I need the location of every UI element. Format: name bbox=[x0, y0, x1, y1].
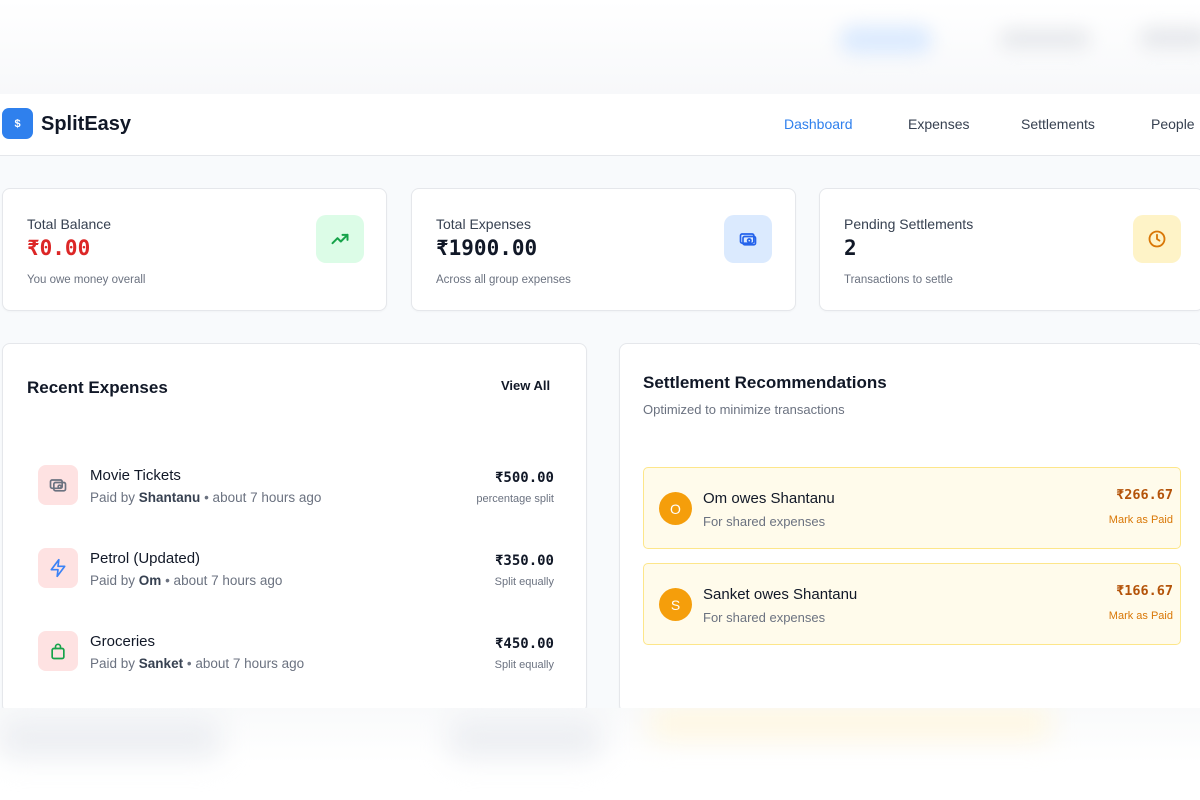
settlement-description: For shared expenses bbox=[703, 610, 826, 625]
nav-settlements[interactable]: Settlements bbox=[1021, 116, 1095, 132]
nav-dashboard[interactable]: Dashboard bbox=[784, 116, 853, 132]
blurred-shape bbox=[840, 26, 932, 54]
settlement-item: O Om owes Shantanu For shared expenses ₹… bbox=[643, 467, 1181, 549]
blurred-shape bbox=[1140, 28, 1200, 48]
section-title: Settlement Recommendations bbox=[643, 373, 887, 392]
paid-by-prefix: Paid by bbox=[90, 656, 136, 671]
stat-value: ₹1900.00 bbox=[436, 236, 538, 260]
section-title: Recent Expenses bbox=[27, 378, 168, 397]
stat-value: ₹0.00 bbox=[27, 236, 91, 260]
blurred-shape bbox=[450, 718, 600, 758]
expense-meta: Paid by Om • about 7 hours ago bbox=[90, 573, 282, 588]
payer-name: Shantanu bbox=[138, 490, 201, 505]
nav-expenses[interactable]: Expenses bbox=[908, 116, 969, 132]
stat-card-total-balance: Total Balance ₹0.00 You owe money overal… bbox=[2, 188, 387, 311]
avatar: S bbox=[659, 588, 692, 621]
top-navbar: $ SplitEasy Dashboard Expenses Settlemen… bbox=[0, 94, 1200, 156]
stat-card-pending-settlements: Pending Settlements 2 Transactions to se… bbox=[819, 188, 1200, 311]
lightning-icon bbox=[38, 548, 78, 588]
settlement-title: Sanket owes Shantanu bbox=[703, 586, 858, 603]
top-blurred-area bbox=[0, 0, 1200, 94]
brand-name[interactable]: SplitEasy bbox=[41, 113, 131, 136]
expense-split-type: Split equally bbox=[494, 659, 554, 671]
recent-expenses-card: Recent Expenses View All Movie Tickets P… bbox=[2, 343, 587, 713]
app-window: $ SplitEasy Dashboard Expenses Settlemen… bbox=[0, 94, 1200, 713]
stat-value: 2 bbox=[844, 236, 857, 260]
paid-by-prefix: Paid by bbox=[90, 573, 136, 588]
expense-amount: ₹350.00 bbox=[494, 553, 554, 569]
expense-title: Movie Tickets bbox=[90, 467, 181, 484]
settlement-description: For shared expenses bbox=[703, 514, 826, 529]
expense-amount: ₹450.00 bbox=[494, 636, 554, 652]
bottom-blurred-area bbox=[0, 708, 1200, 800]
settlement-recommendations-card: Settlement Recommendations Optimized to … bbox=[619, 343, 1200, 713]
expense-time: • about 7 hours ago bbox=[186, 656, 305, 671]
nav-people[interactable]: People bbox=[1151, 116, 1195, 132]
stat-label: Total Balance bbox=[27, 216, 112, 232]
payer-name: Sanket bbox=[138, 656, 184, 671]
blurred-shape bbox=[1000, 30, 1090, 48]
view-all-link[interactable]: View All bbox=[501, 378, 550, 393]
stat-subtext: You owe money overall bbox=[27, 274, 146, 286]
expense-row[interactable]: Groceries Paid by Sanket • about 7 hours… bbox=[3, 631, 588, 691]
stat-subtext: Transactions to settle bbox=[844, 274, 953, 286]
stat-label: Total Expenses bbox=[436, 216, 531, 232]
settlement-amount: ₹166.67 bbox=[1116, 583, 1173, 599]
expense-time: • about 7 hours ago bbox=[204, 490, 322, 505]
expense-amount: ₹500.00 bbox=[494, 470, 554, 486]
expense-split-type: percentage split bbox=[476, 493, 554, 505]
blurred-shape bbox=[650, 708, 1050, 738]
expense-row[interactable]: Movie Tickets Paid by Shantanu • about 7… bbox=[3, 465, 588, 525]
expense-split-type: Split equally bbox=[494, 576, 554, 588]
expense-row[interactable]: Petrol (Updated) Paid by Om • about 7 ho… bbox=[3, 548, 588, 608]
settlement-amount: ₹266.67 bbox=[1116, 487, 1173, 503]
banknote-icon bbox=[724, 215, 772, 263]
clock-icon bbox=[1133, 215, 1181, 263]
settlement-item: S Sanket owes Shantanu For shared expens… bbox=[643, 563, 1181, 645]
settlement-title: Om owes Shantanu bbox=[703, 490, 835, 507]
expense-title: Petrol (Updated) bbox=[90, 550, 201, 567]
expense-time: • about 7 hours ago bbox=[165, 573, 283, 588]
blurred-shape bbox=[0, 718, 220, 758]
logo-dollar-icon[interactable]: $ bbox=[2, 108, 33, 139]
stat-label: Pending Settlements bbox=[844, 216, 974, 232]
payer-name: Om bbox=[138, 573, 162, 588]
ticket-icon bbox=[38, 465, 78, 505]
expense-meta: Paid by Sanket • about 7 hours ago bbox=[90, 656, 304, 671]
expense-meta: Paid by Shantanu • about 7 hours ago bbox=[90, 490, 321, 505]
expense-title: Groceries bbox=[90, 633, 156, 650]
stat-card-total-expenses: Total Expenses ₹1900.00 Across all group… bbox=[411, 188, 796, 311]
avatar: O bbox=[659, 492, 692, 525]
shopping-bag-icon bbox=[38, 631, 78, 671]
stat-subtext: Across all group expenses bbox=[436, 274, 571, 286]
section-subtitle: Optimized to minimize transactions bbox=[643, 402, 845, 417]
mark-as-paid-button[interactable]: Mark as Paid bbox=[1109, 610, 1173, 622]
mark-as-paid-button[interactable]: Mark as Paid bbox=[1109, 514, 1173, 526]
paid-by-prefix: Paid by bbox=[90, 490, 136, 505]
trending-up-icon bbox=[316, 215, 364, 263]
